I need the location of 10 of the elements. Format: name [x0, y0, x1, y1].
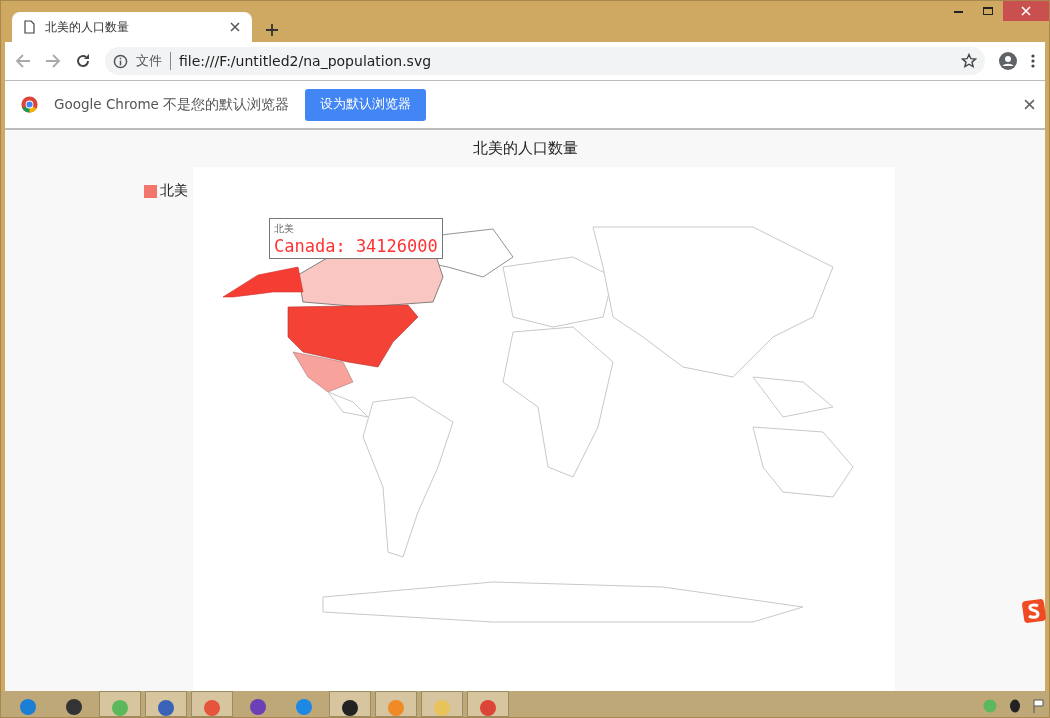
chart-title: 北美的人口数量: [472, 139, 578, 159]
infobar-message: Google Chrome 不是您的默认浏览器: [54, 95, 290, 114]
set-default-button[interactable]: 设为默认浏览器: [305, 88, 427, 121]
url-text: file:///F:/untitled2/na_population.svg: [179, 53, 433, 69]
address-bar[interactable]: 文件 file:///F:/untitled2/na_population.svg: [105, 47, 985, 75]
tooltip-series: 北美: [274, 222, 295, 236]
browser-tab[interactable]: 北美的人口数量: [12, 12, 252, 42]
legend-label[interactable]: 北美: [160, 182, 188, 200]
tooltip-value: Canada: 34126000: [274, 236, 438, 256]
scheme-label: 文件: [136, 52, 171, 70]
